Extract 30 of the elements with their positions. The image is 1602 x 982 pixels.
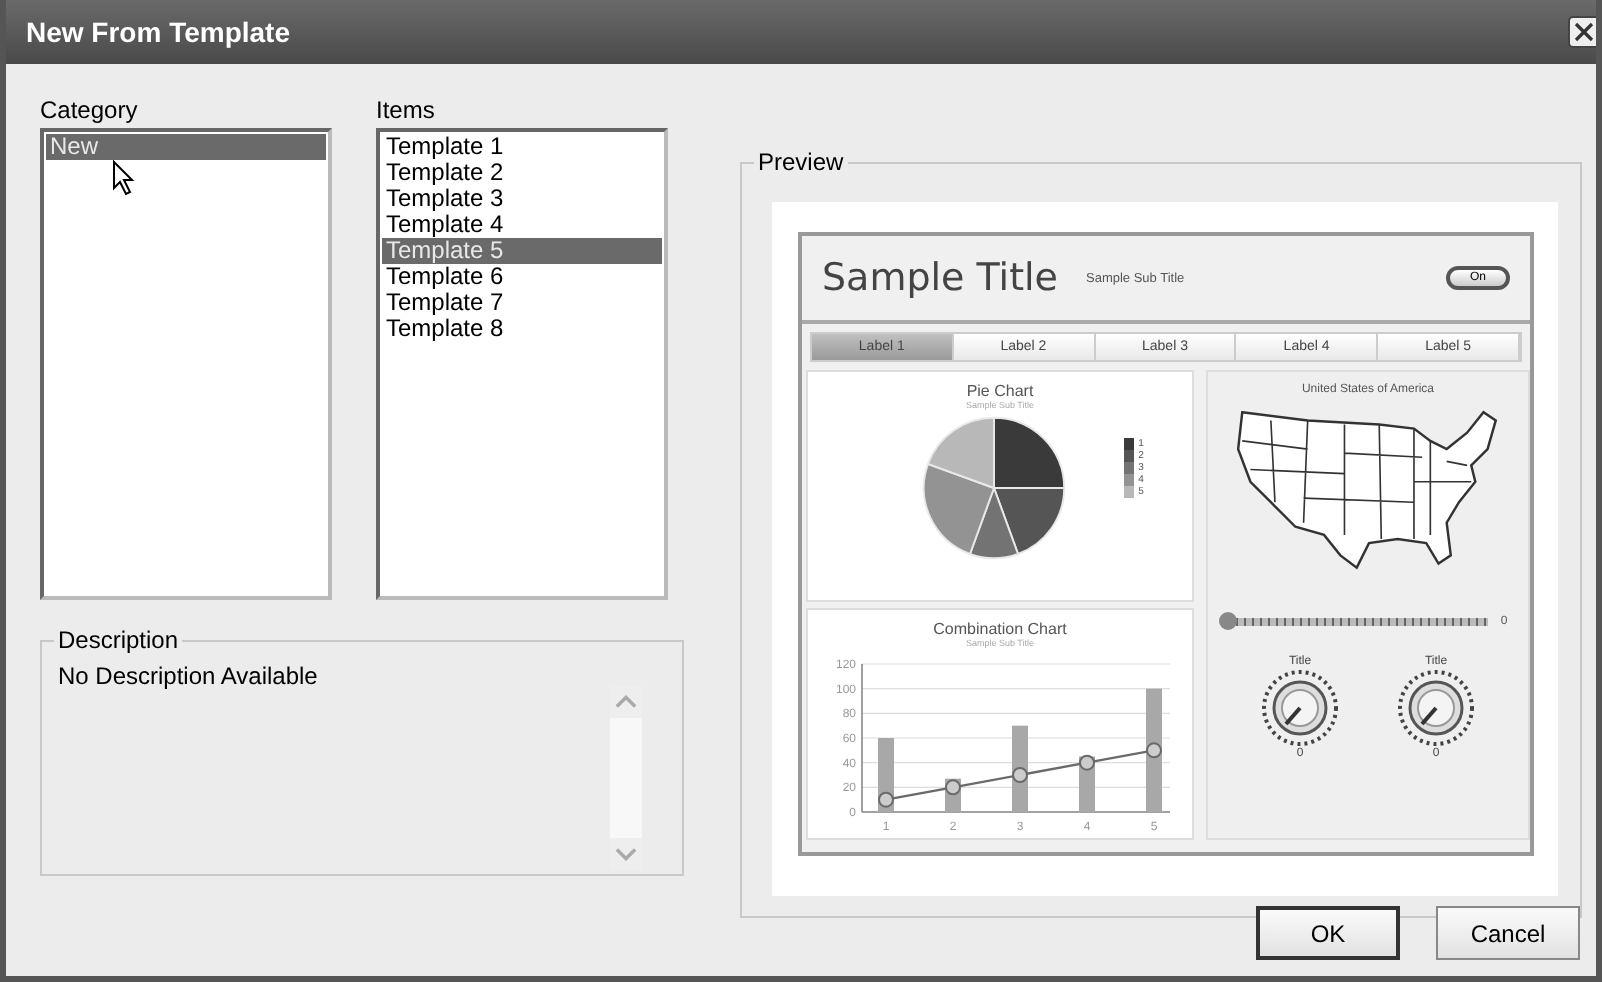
template-item[interactable]: Template 5 [382, 238, 662, 264]
line-point [945, 779, 961, 796]
knob-icon[interactable] [1260, 668, 1340, 748]
template-item[interactable]: Template 6 [382, 264, 662, 290]
slider-thumb[interactable] [1219, 612, 1238, 630]
line-point [1079, 754, 1095, 771]
combination-chart-title: Combination Chart [933, 620, 1067, 638]
category-item[interactable]: New [46, 134, 326, 160]
category-label: Category [40, 96, 140, 124]
window-title: New From Template [26, 16, 290, 48]
description-text: No Description Available [58, 662, 318, 694]
mouse-pointer-icon [112, 160, 136, 196]
dialog-button[interactable]: OK [1256, 906, 1400, 960]
dialog-button[interactable]: Cancel [1436, 906, 1580, 960]
template-item[interactable]: Template 1 [382, 134, 662, 160]
line-point [1012, 767, 1028, 783]
preview-label: Preview [754, 148, 848, 176]
sample-title: Sample Title [822, 256, 1058, 300]
template-item[interactable]: Template 7 [382, 290, 662, 316]
line-point [878, 791, 894, 808]
line-point [1146, 742, 1162, 759]
template-item[interactable]: Template 3 [382, 186, 662, 212]
template-item[interactable]: Template 2 [382, 160, 662, 186]
close-icon[interactable] [1568, 16, 1596, 48]
template-item[interactable]: Template 4 [382, 212, 662, 238]
template-item[interactable]: Template 8 [382, 316, 662, 342]
pie-chart-title: Pie Chart [966, 382, 1034, 400]
items-label: Items [376, 96, 437, 124]
description-label: Description [54, 626, 183, 654]
knob-icon[interactable] [1396, 668, 1476, 748]
